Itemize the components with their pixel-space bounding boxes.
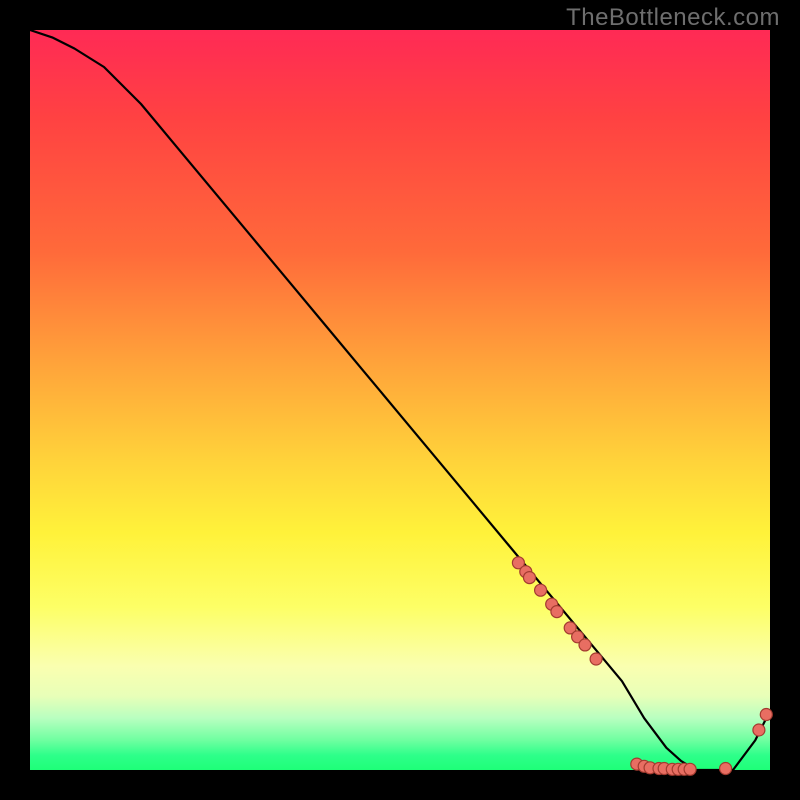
data-point bbox=[524, 572, 536, 584]
data-point bbox=[753, 724, 765, 736]
data-point bbox=[579, 639, 591, 651]
data-point bbox=[590, 653, 602, 665]
plot-area bbox=[30, 30, 770, 770]
curve-line bbox=[30, 30, 770, 770]
chart-frame: TheBottleneck.com bbox=[0, 0, 800, 800]
data-point bbox=[551, 606, 563, 618]
data-point bbox=[720, 763, 732, 775]
data-point bbox=[760, 709, 772, 721]
chart-svg bbox=[30, 30, 770, 770]
watermark-text: TheBottleneck.com bbox=[566, 4, 780, 32]
scatter-points bbox=[512, 557, 772, 776]
data-point bbox=[535, 584, 547, 596]
data-point bbox=[684, 763, 696, 775]
